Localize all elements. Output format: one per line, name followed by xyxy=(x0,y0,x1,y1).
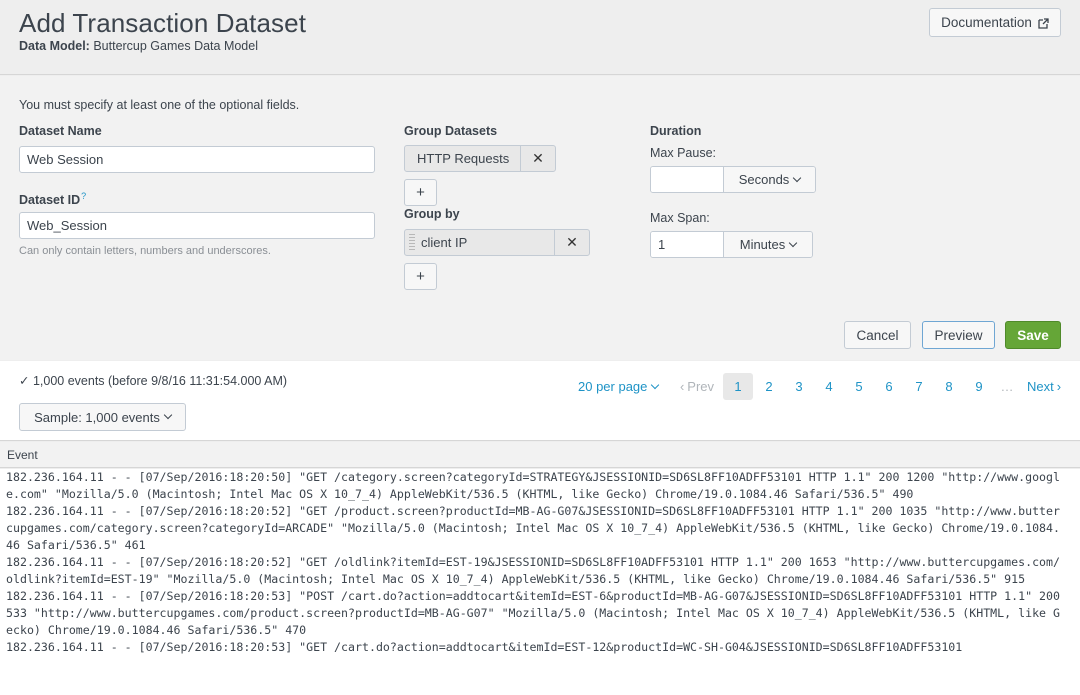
page-title: Add Transaction Dataset xyxy=(19,8,307,38)
event-row: 182.236.164.11 - - [07/Sep/2016:18:20:52… xyxy=(6,504,1060,552)
prev-page-button[interactable]: ‹ Prev xyxy=(676,373,718,400)
events-summary: ✓ 1,000 events (before 9/8/16 11:31:54.0… xyxy=(19,373,287,388)
form-notice: You must specify at least one of the opt… xyxy=(19,98,300,112)
event-row: 182.236.164.11 - - [07/Sep/2016:18:20:53… xyxy=(6,589,1067,637)
page-1[interactable]: 1 xyxy=(723,373,753,400)
event-row: 182.236.164.11 - - [07/Sep/2016:18:20:53… xyxy=(6,640,963,654)
preview-button[interactable]: Preview xyxy=(922,321,995,349)
max-span-unit-dropdown[interactable]: Minutes xyxy=(724,232,812,257)
check-icon: ✓ xyxy=(19,374,30,388)
page-4[interactable]: 4 xyxy=(814,373,844,400)
max-span-control: 1 Minutes xyxy=(650,231,813,258)
remove-icon[interactable]: ✕ xyxy=(520,146,555,171)
pagination-ellipsis: … xyxy=(1000,379,1014,394)
page-2[interactable]: 2 xyxy=(754,373,784,400)
page-6[interactable]: 6 xyxy=(874,373,904,400)
page-8[interactable]: 8 xyxy=(934,373,964,400)
max-pause-unit-dropdown[interactable]: Seconds xyxy=(724,167,815,192)
data-model-name: Buttercup Games Data Model xyxy=(93,39,258,53)
page-9[interactable]: 9 xyxy=(964,373,994,400)
remove-icon[interactable]: ✕ xyxy=(554,230,589,255)
page-3[interactable]: 3 xyxy=(784,373,814,400)
prev-label: Prev xyxy=(687,379,715,394)
dataset-id-input[interactable]: Web_Session xyxy=(19,212,375,239)
results-bar: ✓ 1,000 events (before 9/8/16 11:31:54.0… xyxy=(0,361,1080,441)
save-button[interactable]: Save xyxy=(1005,321,1061,349)
page-5[interactable]: 5 xyxy=(844,373,874,400)
external-link-icon xyxy=(1038,17,1049,29)
group-by-chip-label: client IP xyxy=(421,235,468,250)
event-row: 182.236.164.11 - - [07/Sep/2016:18:20:52… xyxy=(6,555,1060,586)
chevron-down-icon xyxy=(163,410,173,420)
duration-label: Duration xyxy=(650,124,702,138)
page-header: Add Transaction Dataset Data Model: Butt… xyxy=(0,0,1080,75)
next-page-button[interactable]: Next › xyxy=(1022,373,1066,400)
max-pause-label: Max Pause: xyxy=(650,146,717,160)
dataset-id-label-text: Dataset ID xyxy=(19,193,81,208)
events-summary-text: 1,000 events (before 9/8/16 11:31:54.000… xyxy=(32,374,288,388)
dataset-name-label: Dataset Name xyxy=(19,124,102,138)
data-model-subtitle: Data Model: Buttercup Games Data Model xyxy=(19,39,258,53)
sample-label: Sample: 1,000 events xyxy=(34,409,160,425)
max-span-unit-label: Minutes xyxy=(739,237,786,252)
next-label: Next xyxy=(1026,379,1054,394)
max-span-input[interactable]: 1 xyxy=(651,232,724,257)
group-dataset-chip: HTTP Requests ✕ xyxy=(404,145,556,172)
max-pause-unit-label: Seconds xyxy=(738,172,790,187)
event-list[interactable]: 182.236.164.11 - - [07/Sep/2016:18:20:50… xyxy=(0,469,1080,695)
sample-dropdown[interactable]: Sample: 1,000 events xyxy=(19,403,186,431)
dataset-form: You must specify at least one of the opt… xyxy=(0,76,1080,360)
dataset-name-input[interactable]: Web Session xyxy=(19,146,375,173)
add-group-by-button[interactable]: + xyxy=(404,263,437,290)
help-icon[interactable]: ? xyxy=(81,191,86,201)
cancel-button[interactable]: Cancel xyxy=(844,321,911,349)
documentation-button[interactable]: Documentation xyxy=(929,8,1061,37)
dataset-id-help: Can only contain letters, numbers and un… xyxy=(19,245,271,257)
chevron-down-icon xyxy=(789,238,798,247)
chevron-down-icon xyxy=(651,380,660,389)
add-group-dataset-button[interactable]: + xyxy=(404,179,437,206)
drag-handle-icon[interactable] xyxy=(409,233,415,252)
data-model-label: Data Model: xyxy=(19,39,90,53)
group-datasets-label: Group Datasets xyxy=(404,124,498,138)
chevron-left-icon: ‹ xyxy=(679,379,685,394)
chevron-right-icon: › xyxy=(1056,379,1062,394)
documentation-label: Documentation xyxy=(941,15,1032,30)
event-column-header[interactable]: Event xyxy=(0,442,1080,468)
event-row: 182.236.164.11 - - [07/Sep/2016:18:20:50… xyxy=(6,470,1060,501)
per-page-dropdown[interactable]: 20 per page xyxy=(578,373,662,400)
chevron-down-icon xyxy=(793,173,802,182)
per-page-label: 20 per page xyxy=(578,379,648,394)
max-pause-control: Seconds xyxy=(650,166,816,193)
max-span-label: Max Span: xyxy=(650,211,710,225)
group-by-label: Group by xyxy=(404,207,460,221)
max-pause-input[interactable] xyxy=(651,167,724,192)
group-dataset-chip-label: HTTP Requests xyxy=(417,151,510,166)
page-7[interactable]: 7 xyxy=(904,373,934,400)
group-by-chip: client IP ✕ xyxy=(404,229,590,256)
dataset-id-label: Dataset ID? xyxy=(19,191,86,207)
